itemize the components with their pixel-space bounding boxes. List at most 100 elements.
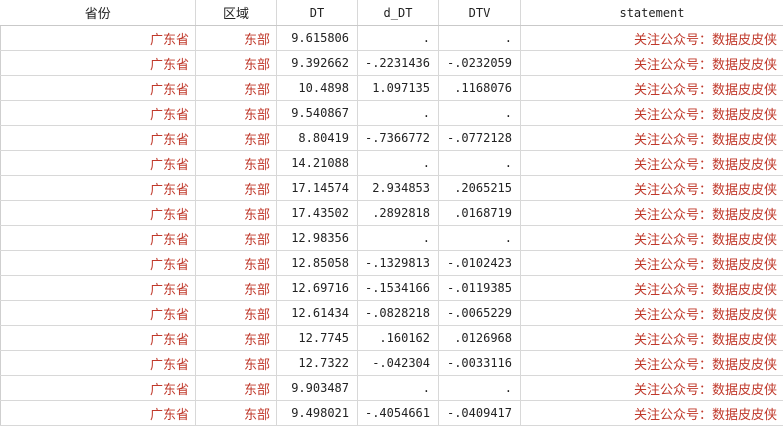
dt-cell[interactable]: 14.21088: [276, 150, 358, 176]
dt-cell[interactable]: 9.615806: [276, 25, 358, 51]
region-cell[interactable]: 东部: [195, 175, 277, 201]
dt-cell[interactable]: 10.4898: [276, 75, 358, 101]
d-dt-cell[interactable]: .2892818: [357, 200, 439, 226]
province-cell[interactable]: 广东省: [0, 375, 196, 401]
table-row[interactable]: 广东省 东部 9.540867.. 关注公众号：数据皮皮侠: [0, 100, 783, 126]
region-cell[interactable]: 东部: [195, 125, 277, 151]
statement-cell[interactable]: 关注公众号：数据皮皮侠: [520, 25, 783, 51]
province-cell[interactable]: 广东省: [0, 350, 196, 376]
statement-cell[interactable]: 关注公众号：数据皮皮侠: [520, 225, 783, 251]
table-row[interactable]: 广东省 东部 17.43502.2892818.0168719 关注公众号：数据皮皮侠: [0, 200, 783, 226]
dtv-cell[interactable]: -.0033116: [438, 350, 521, 376]
region-cell[interactable]: 东部: [195, 275, 277, 301]
dtv-cell[interactable]: .: [438, 225, 521, 251]
region-cell[interactable]: 东部: [195, 100, 277, 126]
dt-cell[interactable]: 9.392662: [276, 50, 358, 76]
statement-cell[interactable]: 关注公众号：数据皮皮侠: [520, 175, 783, 201]
table-row[interactable]: 广东省 东部 12.61434 -.0828218 -.0065229 关注公众号：数据皮…: [0, 300, 783, 326]
table-row[interactable]: 广东省 东部 9.903487.. 关注公众号：数据皮皮侠: [0, 375, 783, 401]
statement-cell[interactable]: 关注公众号：数据皮皮侠: [520, 300, 783, 326]
region-cell[interactable]: 东部: [195, 150, 277, 176]
table-row[interactable]: 广东省 东部 14.21088.. 关注公众号：数据皮皮侠: [0, 150, 783, 176]
d-dt-cell[interactable]: -.7366772: [357, 125, 439, 151]
province-cell[interactable]: 广东省: [0, 200, 196, 226]
statement-cell[interactable]: 关注公众号：数据皮皮侠: [520, 350, 783, 376]
d-dt-cell[interactable]: .160162: [357, 325, 439, 351]
table-row[interactable]: 广东省 东部 12.85058 -.1329813 -.0102423 关注公众号：数据皮…: [0, 250, 783, 276]
statement-cell[interactable]: 关注公众号：数据皮皮侠: [520, 100, 783, 126]
d-dt-cell[interactable]: .: [357, 25, 439, 51]
region-cell[interactable]: 东部: [195, 375, 277, 401]
dt-cell[interactable]: 17.14574: [276, 175, 358, 201]
dt-cell[interactable]: 12.85058: [276, 250, 358, 276]
dt-cell[interactable]: 9.903487: [276, 375, 358, 401]
province-cell[interactable]: 广东省: [0, 100, 196, 126]
statement-cell[interactable]: 关注公众号：数据皮皮侠: [520, 250, 783, 276]
province-cell[interactable]: 广东省: [0, 150, 196, 176]
dtv-cell[interactable]: .: [438, 100, 521, 126]
column-header-statement[interactable]: statement: [520, 0, 783, 26]
dt-cell[interactable]: 12.69716: [276, 275, 358, 301]
column-header-d-dt[interactable]: d_DT: [357, 0, 439, 26]
dtv-cell[interactable]: .2065215: [438, 175, 521, 201]
province-cell[interactable]: 广东省: [0, 400, 196, 426]
dt-cell[interactable]: 9.540867: [276, 100, 358, 126]
province-cell[interactable]: 广东省: [0, 300, 196, 326]
region-cell[interactable]: 东部: [195, 325, 277, 351]
statement-cell[interactable]: 关注公众号：数据皮皮侠: [520, 50, 783, 76]
d-dt-cell[interactable]: .: [357, 100, 439, 126]
column-header-dtv[interactable]: DTV: [438, 0, 521, 26]
region-cell[interactable]: 东部: [195, 225, 277, 251]
region-cell[interactable]: 东部: [195, 200, 277, 226]
d-dt-cell[interactable]: 2.934853: [357, 175, 439, 201]
table-row[interactable]: 广东省 东部 12.7322 -.042304 -.0033116 关注公众号：数据皮皮侠: [0, 350, 783, 376]
column-header-province[interactable]: 省份: [0, 0, 196, 26]
region-cell[interactable]: 东部: [195, 350, 277, 376]
statement-cell[interactable]: 关注公众号：数据皮皮侠: [520, 400, 783, 426]
d-dt-cell[interactable]: -.1534166: [357, 275, 439, 301]
region-cell[interactable]: 东部: [195, 300, 277, 326]
dtv-cell[interactable]: .: [438, 375, 521, 401]
table-row[interactable]: 广东省 东部 12.7745.160162.0126968 关注公众号：数据皮皮侠: [0, 325, 783, 351]
table-row[interactable]: 广东省 东部 9.615806.. 关注公众号：数据皮皮侠: [0, 25, 783, 51]
table-row[interactable]: 广东省 东部 12.69716 -.1534166 -.0119385 关注公众号：数据皮…: [0, 275, 783, 301]
region-cell[interactable]: 东部: [195, 250, 277, 276]
statement-cell[interactable]: 关注公众号：数据皮皮侠: [520, 150, 783, 176]
dt-cell[interactable]: 12.7322: [276, 350, 358, 376]
d-dt-cell[interactable]: .: [357, 150, 439, 176]
d-dt-cell[interactable]: -.1329813: [357, 250, 439, 276]
statement-cell[interactable]: 关注公众号：数据皮皮侠: [520, 275, 783, 301]
region-cell[interactable]: 东部: [195, 75, 277, 101]
province-cell[interactable]: 广东省: [0, 75, 196, 101]
dtv-cell[interactable]: .: [438, 150, 521, 176]
table-row[interactable]: 广东省 东部 17.14574 2.934853.2065215 关注公众号：数据皮皮侠: [0, 175, 783, 201]
dtv-cell[interactable]: .0126968: [438, 325, 521, 351]
dtv-cell[interactable]: -.0119385: [438, 275, 521, 301]
statement-cell[interactable]: 关注公众号：数据皮皮侠: [520, 375, 783, 401]
d-dt-cell[interactable]: -.0828218: [357, 300, 439, 326]
d-dt-cell[interactable]: .: [357, 225, 439, 251]
dtv-cell[interactable]: -.0065229: [438, 300, 521, 326]
province-cell[interactable]: 广东省: [0, 250, 196, 276]
dtv-cell[interactable]: -.0232059: [438, 50, 521, 76]
dt-cell[interactable]: 17.43502: [276, 200, 358, 226]
statement-cell[interactable]: 关注公众号：数据皮皮侠: [520, 125, 783, 151]
d-dt-cell[interactable]: -.2231436: [357, 50, 439, 76]
province-cell[interactable]: 广东省: [0, 225, 196, 251]
statement-cell[interactable]: 关注公众号：数据皮皮侠: [520, 325, 783, 351]
d-dt-cell[interactable]: .: [357, 375, 439, 401]
column-header-region[interactable]: 区域: [195, 0, 277, 26]
d-dt-cell[interactable]: -.042304: [357, 350, 439, 376]
dt-cell[interactable]: 12.7745: [276, 325, 358, 351]
dtv-cell[interactable]: -.0102423: [438, 250, 521, 276]
dtv-cell[interactable]: -.0409417: [438, 400, 521, 426]
dtv-cell[interactable]: .0168719: [438, 200, 521, 226]
table-row[interactable]: 广东省 东部 12.98356.. 关注公众号：数据皮皮侠: [0, 225, 783, 251]
province-cell[interactable]: 广东省: [0, 175, 196, 201]
table-row[interactable]: 广东省 东部 10.4898 1.097135.1168076 关注公众号：数据皮皮侠: [0, 75, 783, 101]
region-cell[interactable]: 东部: [195, 400, 277, 426]
dt-cell[interactable]: 12.98356: [276, 225, 358, 251]
d-dt-cell[interactable]: -.4054661: [357, 400, 439, 426]
province-cell[interactable]: 广东省: [0, 325, 196, 351]
dtv-cell[interactable]: -.0772128: [438, 125, 521, 151]
